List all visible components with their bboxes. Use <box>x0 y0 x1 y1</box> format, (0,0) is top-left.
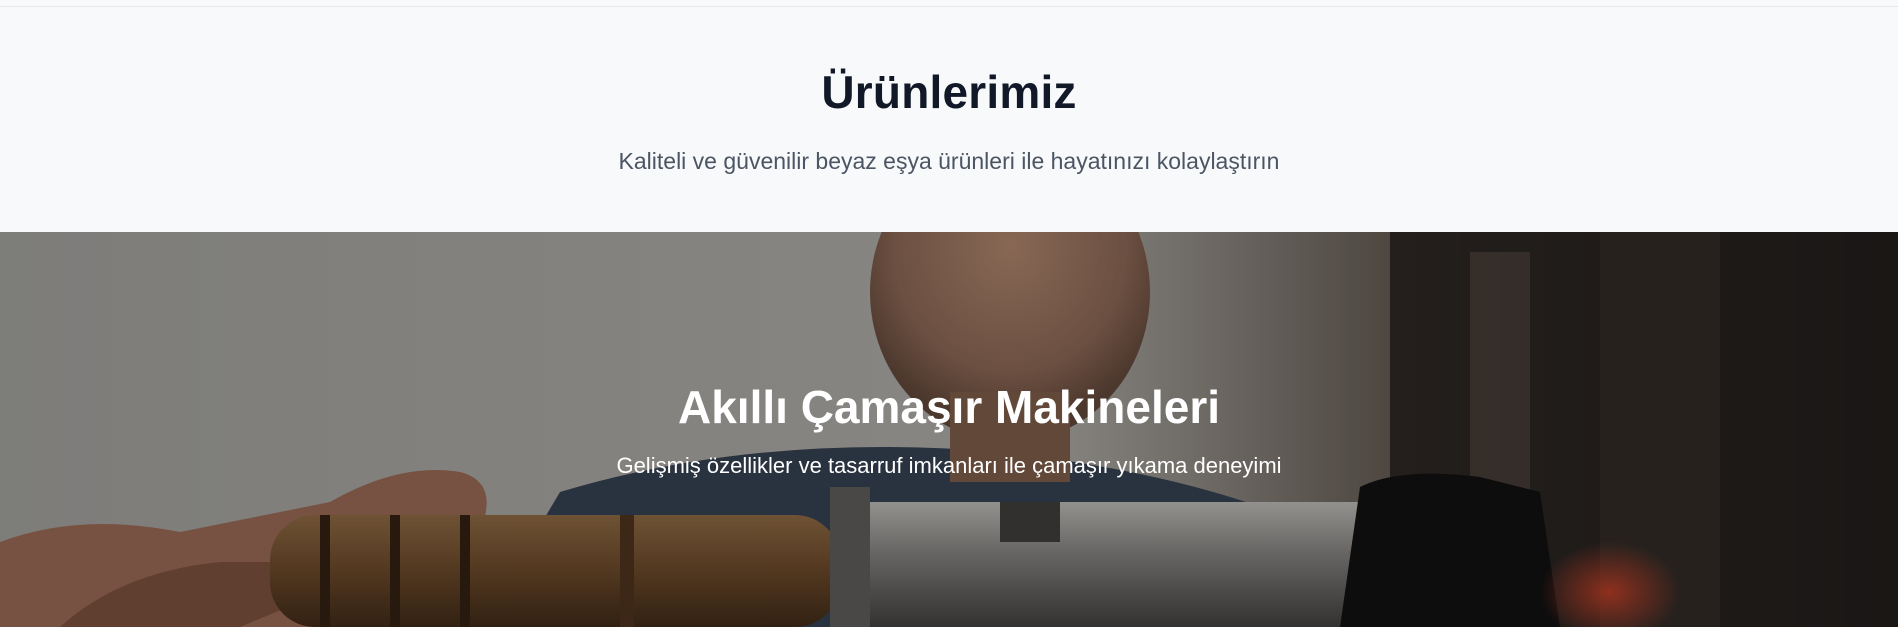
products-intro-section: Ürünlerimiz Kaliteli ve güvenilir beyaz … <box>0 7 1898 232</box>
hero-banner: Akıllı Çamaşır Makineleri Gelişmiş özell… <box>0 232 1898 627</box>
products-heading: Ürünlerimiz <box>821 66 1077 118</box>
products-subheading: Kaliteli ve güvenilir beyaz eşya ürünler… <box>618 148 1280 174</box>
hero-title: Akıllı Çamaşır Makineleri <box>677 381 1221 433</box>
hero-subtitle: Gelişmiş özellikler ve tasarruf imkanlar… <box>616 453 1282 478</box>
top-divider <box>0 0 1898 7</box>
